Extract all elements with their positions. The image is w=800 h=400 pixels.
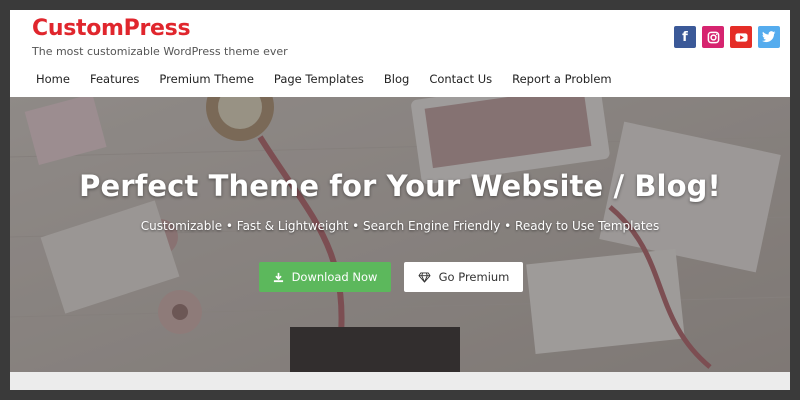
hero-title: Perfect Theme for Your Website / Blog! (79, 169, 721, 203)
content-strip (10, 372, 790, 390)
go-premium-button[interactable]: Go Premium (404, 262, 523, 292)
site-tagline: The most customizable WordPress theme ev… (32, 45, 288, 58)
browser-frame: CustomPress The most customizable WordPr… (10, 10, 790, 390)
download-now-label: Download Now (291, 270, 378, 284)
hero-overlay (10, 97, 790, 372)
main-navigation: Home Features Premium Theme Page Templat… (26, 70, 622, 88)
youtube-icon[interactable] (730, 26, 752, 48)
nav-item-premium-theme[interactable]: Premium Theme (149, 70, 264, 88)
download-now-button[interactable]: Download Now (259, 262, 391, 292)
instagram-icon[interactable] (702, 26, 724, 48)
nav-item-contact-us[interactable]: Contact Us (419, 70, 502, 88)
facebook-icon[interactable]: f (674, 26, 696, 48)
social-links: f (674, 26, 780, 48)
nav-item-home[interactable]: Home (26, 70, 80, 88)
nav-item-features[interactable]: Features (80, 70, 149, 88)
nav-item-blog[interactable]: Blog (374, 70, 419, 88)
hero-section: Perfect Theme for Your Website / Blog! C… (10, 97, 790, 372)
diamond-icon (418, 271, 431, 283)
site-header: CustomPress The most customizable WordPr… (10, 10, 790, 97)
download-icon (273, 272, 284, 283)
hero-subtitle: Customizable • Fast & Lightweight • Sear… (140, 219, 660, 233)
nav-item-page-templates[interactable]: Page Templates (264, 70, 374, 88)
twitter-icon[interactable] (758, 26, 780, 48)
nav-item-report-a-problem[interactable]: Report a Problem (502, 70, 622, 88)
site-title[interactable]: CustomPress (32, 16, 191, 41)
go-premium-label: Go Premium (438, 270, 510, 284)
